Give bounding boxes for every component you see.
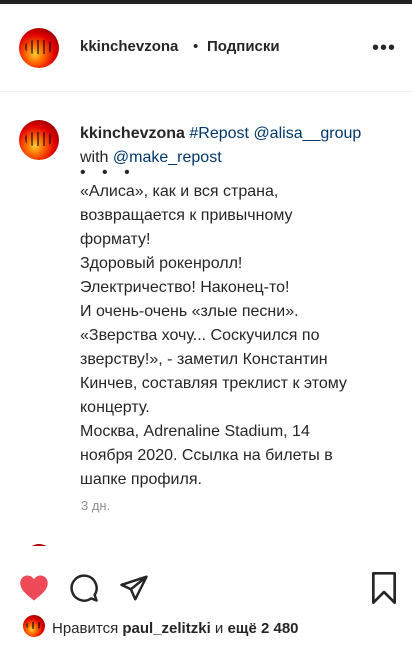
caption-line: шапке профиля. [80,471,202,488]
mention-link[interactable]: @alisa__group [253,125,361,142]
caption-line: И очень-очень «злые песни». [80,303,299,320]
caption-line: Электричество! Наконец-то! [80,279,290,296]
likes-count[interactable]: ещё 2 480 [227,620,298,637]
more-options-icon[interactable]: ••• [372,38,396,58]
liker-avatar[interactable] [23,615,45,637]
liker-username[interactable]: paul_zelitzki [122,620,210,637]
avatar[interactable] [19,28,59,68]
caption-dots: • • • [80,164,136,181]
comment-icon[interactable] [69,573,99,608]
caption-line: возвращается к привычному [80,207,293,224]
caption-avatar[interactable] [19,120,59,160]
action-bar [0,566,412,608]
likes-prefix: Нравится [52,620,119,637]
bookmark-icon[interactable] [370,572,398,609]
caption-line: «Алиса», как и вся страна, [80,183,279,200]
caption-line: Москва, Adrenaline Stadium, 14 [80,423,310,440]
likes-row: Нравится paul_zelitzki и ещё 2 480 [0,612,412,644]
hashtag-link[interactable]: #Repost [189,125,249,142]
likes-summary[interactable]: Нравится paul_zelitzki и ещё 2 480 [52,620,299,637]
header-separator: • [193,38,199,55]
caption-line: зверству!», - заметил Константин [80,351,328,368]
paper-plane-icon[interactable] [119,573,149,608]
likes-middle: и [214,620,224,637]
post-header: kkinchevzona • Подписки ••• [0,4,412,92]
heart-filled-icon[interactable] [19,574,49,607]
caption-line: формату! [80,231,151,248]
caption-line: ноября 2020. Ссылка на билеты в [80,447,333,464]
caption-username[interactable]: kkinchevzona [80,125,185,142]
header-username[interactable]: kkinchevzona [80,38,178,55]
caption-line: «Зверства хочу... Соскучился по [80,327,320,344]
post-caption: kkinchevzona #Repost @alisa__group with … [80,122,380,492]
caption-line: Кинчев, составляя треклист к этому [80,375,347,392]
caption-line: концерту. [80,399,150,416]
post-time[interactable]: 3 дн. [81,498,110,513]
following-button[interactable]: Подписки [207,38,280,55]
caption-line: Здоровый рокенролл! [80,255,243,272]
